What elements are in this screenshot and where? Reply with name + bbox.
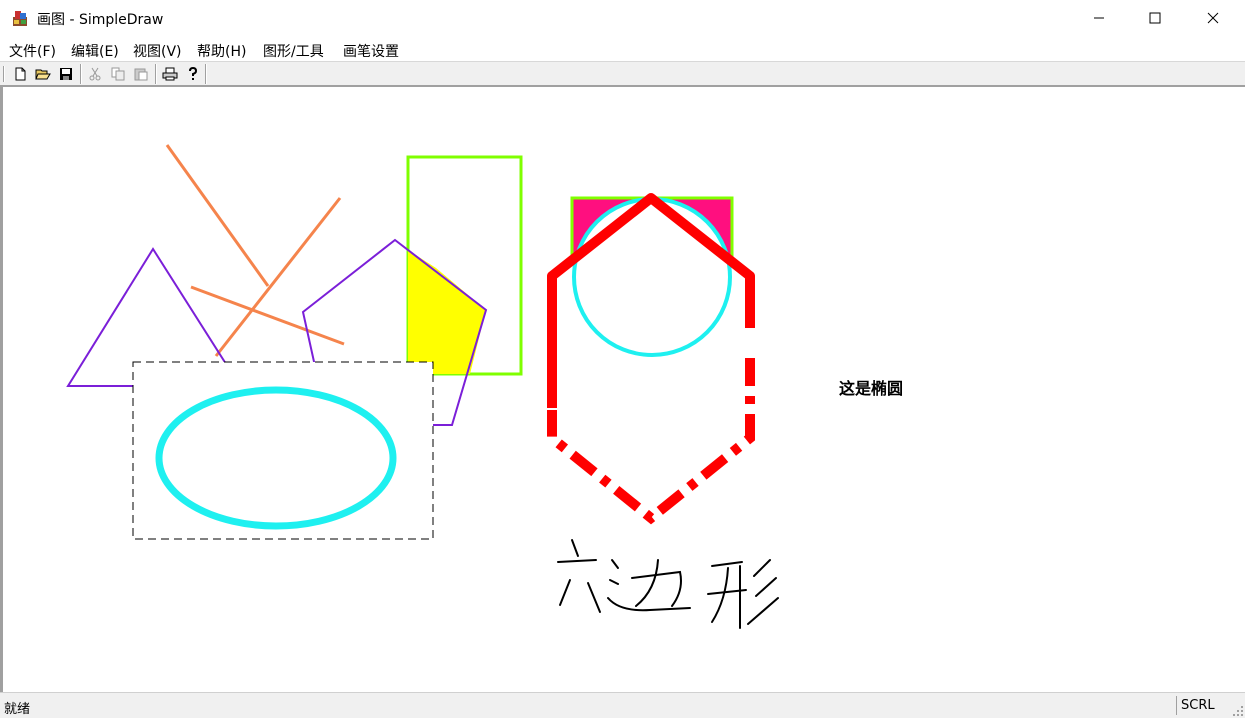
copy-button[interactable]	[109, 65, 127, 83]
menu-bar: 文件(F) 编辑(E) 视图(V) 帮助(H) 图形/工具 画笔设置	[0, 38, 1245, 61]
save-icon	[60, 68, 72, 80]
status-bar: 就绪 SCRL	[0, 692, 1245, 718]
toolbar-separator	[80, 64, 82, 84]
print-icon	[162, 67, 178, 81]
copy-icon	[111, 67, 125, 81]
open-button[interactable]	[34, 65, 52, 83]
orange-line	[214, 197, 342, 357]
cut-button[interactable]	[86, 65, 104, 83]
toolbar-separator	[205, 64, 207, 84]
close-button[interactable]	[1184, 0, 1242, 36]
menu-file[interactable]: 文件(F)	[9, 41, 56, 61]
save-button[interactable]	[57, 65, 75, 83]
menu-pen-settings[interactable]: 画笔设置	[343, 41, 399, 61]
minimize-icon	[1094, 17, 1104, 19]
maximize-button[interactable]	[1126, 0, 1184, 36]
resize-grip-icon[interactable]	[1232, 705, 1244, 717]
maximize-icon	[1149, 12, 1161, 24]
menu-edit[interactable]: 编辑(E)	[71, 41, 119, 61]
scroll-lock-indicator: SCRL	[1176, 696, 1226, 715]
new-icon	[15, 67, 26, 81]
drawing-canvas-frame: 这是椭圆	[0, 86, 1245, 692]
cut-icon	[89, 67, 101, 81]
print-button[interactable]	[161, 65, 179, 83]
handwritten-hexagon-text	[557, 539, 779, 629]
status-text: 就绪	[4, 702, 31, 717]
minimize-button[interactable]	[1070, 0, 1128, 36]
toolbar-separator	[155, 64, 157, 84]
title-bar: 画图 - SimpleDraw	[0, 0, 1245, 36]
paint-app-icon	[13, 11, 27, 26]
menu-help[interactable]: 帮助(H)	[197, 41, 246, 61]
orange-line	[165, 144, 270, 287]
open-icon	[35, 69, 51, 80]
menu-view[interactable]: 视图(V)	[133, 41, 182, 61]
paste-button[interactable]	[132, 65, 150, 83]
window-title: 画图 - SimpleDraw	[37, 12, 164, 28]
menu-shapes-tools[interactable]: 图形/工具	[263, 41, 324, 61]
new-button[interactable]	[11, 65, 29, 83]
toolbar	[0, 61, 1245, 86]
toolbar-grip[interactable]	[3, 66, 6, 82]
yellow-fill-region	[408, 250, 486, 374]
cyan-circle	[572, 197, 732, 357]
orange-line	[190, 285, 345, 346]
ellipse-caption: 这是椭圆	[839, 379, 903, 398]
help-button[interactable]	[184, 65, 202, 83]
paste-icon	[134, 68, 148, 81]
close-icon	[1207, 12, 1219, 24]
help-icon	[189, 66, 198, 80]
drawing-canvas[interactable]: 这是椭圆	[3, 87, 1245, 692]
